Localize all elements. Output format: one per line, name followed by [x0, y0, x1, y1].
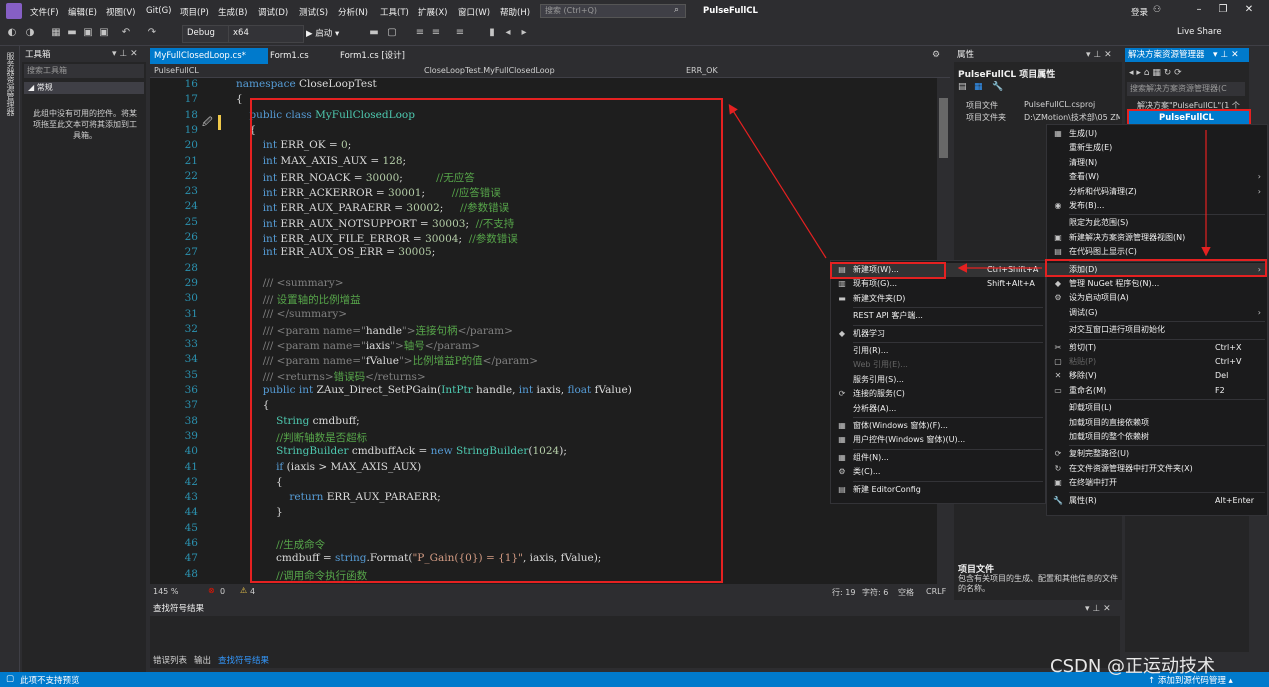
watermark: CSDN @正运动技术: [1050, 656, 1216, 677]
annotation-arrows: [728, 103, 1211, 273]
status-text: 此项不支持预览: [20, 676, 80, 686]
arrow-to-class: [728, 103, 827, 259]
status-icon: ▢: [6, 674, 15, 684]
